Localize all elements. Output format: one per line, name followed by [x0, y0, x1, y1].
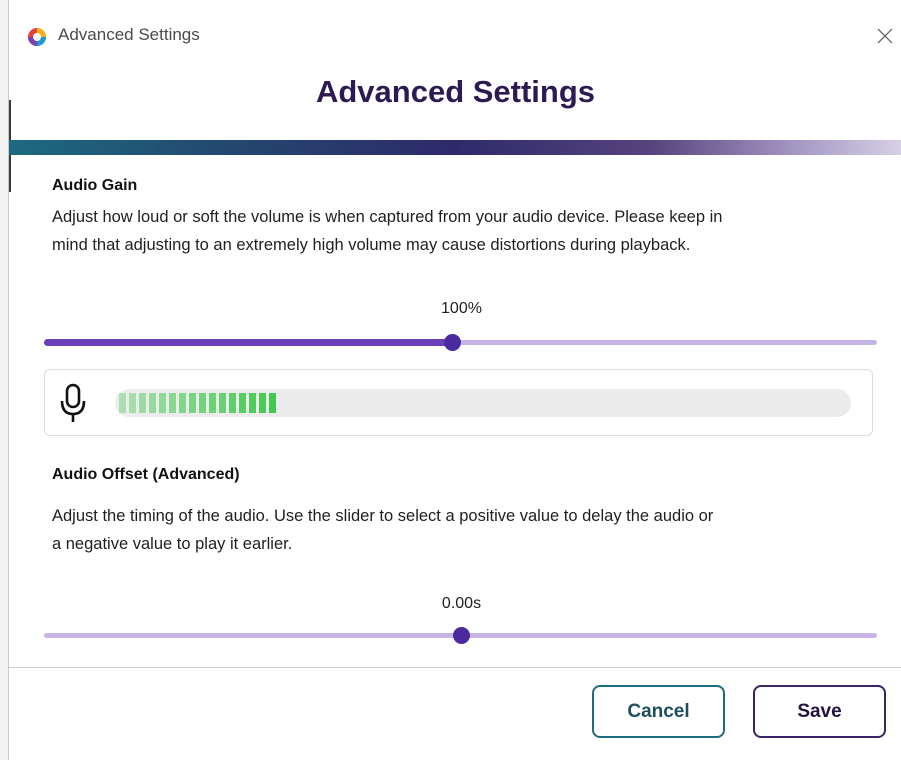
close-icon — [877, 28, 893, 44]
audio-level-panel — [44, 369, 873, 436]
audio-gain-description-line-1: Adjust how loud or soft the volume is wh… — [52, 208, 723, 226]
audio-level-segment — [199, 393, 206, 413]
header-gradient-bar — [9, 140, 901, 155]
page-title: Advanced Settings — [315, 74, 596, 109]
close-button[interactable] — [869, 20, 901, 52]
audio-offset-description: Adjust the timing of the audio. Use the … — [52, 502, 882, 558]
audio-gain-description: Adjust how loud or soft the volume is wh… — [52, 203, 882, 259]
audio-level-segment — [129, 393, 136, 413]
audio-offset-title: Audio Offset (Advanced) — [52, 466, 240, 483]
audio-level-segment — [119, 393, 126, 413]
audio-offset-description-line-2: a negative value to play it earlier. — [52, 535, 293, 553]
title-bar: Advanced Settings — [9, 0, 901, 66]
footer-divider — [9, 667, 901, 668]
audio-gain-title: Audio Gain — [52, 177, 138, 194]
advanced-settings-window: Advanced Settings Advanced Settings Audi… — [8, 0, 901, 760]
audio-gain-slider-fill — [44, 339, 453, 346]
audio-gain-value: 100% — [441, 300, 482, 317]
audio-gain-slider[interactable] — [44, 333, 877, 353]
audio-level-meter — [115, 389, 851, 417]
audio-level-segment — [239, 393, 246, 413]
audio-level-segment — [209, 393, 216, 413]
save-button[interactable]: Save — [753, 685, 886, 738]
audio-level-segment — [259, 393, 266, 413]
window-title: Advanced Settings — [58, 25, 200, 44]
audio-gain-description-line-2: mind that adjusting to an extremely high… — [52, 236, 691, 254]
cancel-button[interactable]: Cancel — [592, 685, 725, 738]
audio-level-segment — [249, 393, 256, 413]
audio-offset-slider[interactable] — [44, 626, 877, 646]
audio-level-segment — [169, 393, 176, 413]
audio-level-segment — [139, 393, 146, 413]
audio-level-segment — [189, 393, 196, 413]
audio-level-segment — [179, 393, 186, 413]
microphone-icon — [60, 383, 86, 422]
audio-gain-slider-thumb[interactable] — [444, 334, 462, 351]
audio-level-segment — [149, 393, 156, 413]
audio-level-segment — [219, 393, 226, 413]
audio-level-segment — [229, 393, 236, 413]
app-logo-icon — [28, 28, 46, 46]
audio-offset-description-line-1: Adjust the timing of the audio. Use the … — [52, 507, 714, 525]
audio-level-segment — [159, 393, 166, 413]
audio-level-segment — [269, 393, 276, 413]
audio-offset-value: 0.00s — [441, 595, 482, 612]
audio-offset-slider-thumb[interactable] — [452, 627, 470, 644]
